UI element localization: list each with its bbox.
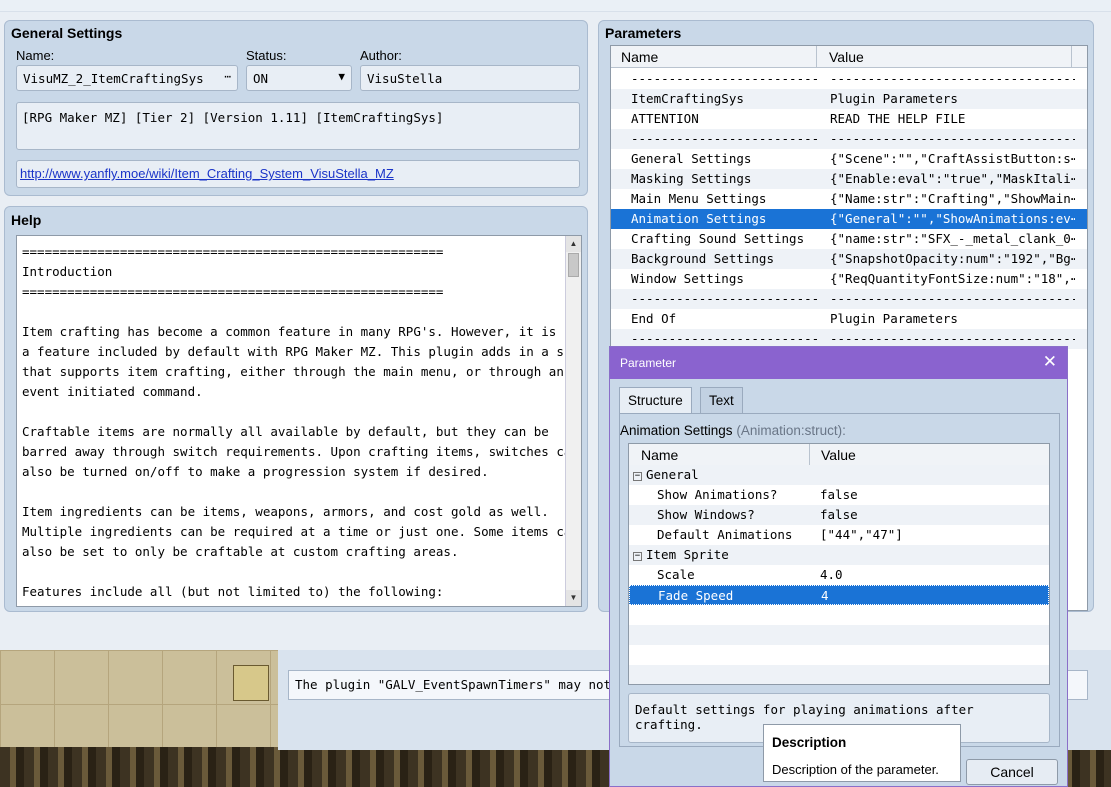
help-scrollbar[interactable]: ▲ ▼ [565, 236, 581, 606]
tree-row-selected[interactable]: Fade Speed 4 [629, 585, 1049, 605]
plugin-name-value: VisuMZ_2_ItemCraftingSys [23, 71, 204, 86]
collapse-icon[interactable]: − [633, 472, 642, 481]
tab-text[interactable]: Text [700, 387, 743, 413]
struct-tree[interactable]: Name Value − General Show Animations? fals… [628, 443, 1050, 685]
tree-empty-row [629, 665, 1049, 684]
param-row-selected[interactable]: Animation Settings {"General":"","ShowAni… [611, 209, 1087, 229]
param-row[interactable]: General Settings {"Scene":"","CraftAssist… [611, 149, 1087, 169]
param-row[interactable]: ------------------------- ---------------… [611, 69, 1087, 89]
struct-label: Animation Settings (Animation:struct): [620, 423, 846, 438]
param-row[interactable]: Main Menu Settings {"Name:str":"Crafting"… [611, 189, 1087, 209]
struct-name: Animation Settings [620, 423, 733, 438]
param-row[interactable]: Crafting Sound Settings {"name:str":"SFX_… [611, 229, 1087, 249]
param-row[interactable]: ------------------------- ---------------… [611, 129, 1087, 149]
param-row[interactable]: End Of Plugin Parameters [611, 309, 1087, 329]
help-title: Help [11, 212, 42, 228]
tree-row[interactable]: Scale 4.0 [629, 565, 1049, 585]
status-value: ON [253, 71, 269, 86]
collapse-icon[interactable]: − [633, 552, 642, 561]
column-divider [809, 444, 810, 466]
tree-group-general[interactable]: − General [629, 465, 1049, 485]
browse-icon[interactable]: ⋯ [224, 70, 231, 83]
scroll-down-icon[interactable]: ▼ [566, 590, 581, 606]
tree-empty-row [629, 625, 1049, 645]
plugin-name-combo[interactable]: VisuMZ_2_ItemCraftingSys ⋯ [16, 65, 238, 91]
dialog-titlebar: Parameter ✕ [610, 347, 1067, 379]
window-title-strip [0, 0, 1111, 12]
author-field[interactable]: VisuStella [360, 65, 580, 91]
status-select[interactable]: ON ▼ [246, 65, 352, 91]
dialog-title: Parameter [620, 356, 677, 370]
tooltip-title: Description [772, 735, 847, 750]
name-label: Name: [16, 48, 55, 63]
tree-row[interactable]: Show Animations? false [629, 485, 1049, 505]
param-row[interactable]: ------------------------- ---------------… [611, 289, 1087, 309]
param-row[interactable]: ATTENTION READ THE HELP FILE [611, 109, 1087, 129]
param-row[interactable]: Window Settings {"ReqQuantityFontSize:num… [611, 269, 1087, 289]
scroll-thumb[interactable] [568, 253, 579, 277]
column-name-header[interactable]: Name [641, 447, 678, 463]
tree-row[interactable]: Default Animations ["44","47"] [629, 525, 1049, 545]
description-tooltip: Description Description of the parameter… [763, 724, 961, 782]
parameters-title: Parameters [605, 25, 682, 41]
column-value-header[interactable]: Value [821, 447, 856, 463]
column-divider [816, 46, 817, 68]
help-text-box[interactable]: ========================================… [16, 235, 582, 607]
plugin-description[interactable]: [RPG Maker MZ] [Tier 2] [Version 1.11] [… [16, 102, 580, 150]
tree-group-item-sprite[interactable]: − Item Sprite [629, 545, 1049, 565]
parameter-dialog: Parameter ✕ Structure Text Animation Set… [609, 346, 1068, 787]
tooltip-body: Description of the parameter. [772, 762, 939, 777]
tree-row[interactable]: Show Windows? false [629, 505, 1049, 525]
author-label: Author: [360, 48, 402, 63]
tab-structure[interactable]: Structure [619, 387, 692, 413]
close-icon[interactable]: ✕ [1043, 352, 1057, 372]
help-url-field[interactable]: http://www.yanfly.moe/wiki/Item_Crafting… [16, 160, 580, 188]
general-settings-title: General Settings [11, 25, 123, 41]
help-panel: Help ===================================… [4, 206, 588, 612]
chevron-down-icon: ▼ [338, 70, 345, 83]
struct-type: (Animation:struct): [736, 423, 846, 438]
column-name-header[interactable]: Name [621, 49, 658, 65]
general-settings-panel: General Settings Name: VisuMZ_2_ItemCraf… [4, 20, 588, 196]
param-row[interactable]: Masking Settings {"Enable:eval":"true","M… [611, 169, 1087, 189]
param-row[interactable]: ItemCraftingSys Plugin Parameters [611, 89, 1087, 109]
column-value-header[interactable]: Value [829, 49, 864, 65]
character-sprite [233, 665, 269, 701]
help-text: ========================================… [22, 244, 581, 599]
parameters-header: Name Value [611, 46, 1087, 68]
help-url-link[interactable]: http://www.yanfly.moe/wiki/Item_Crafting… [20, 166, 394, 181]
scroll-up-icon[interactable]: ▲ [566, 236, 581, 252]
column-divider [1071, 46, 1072, 68]
struct-tree-header: Name Value [629, 444, 1049, 466]
param-row[interactable]: Background Settings {"SnapshotOpacity:num… [611, 249, 1087, 269]
status-label: Status: [246, 48, 287, 63]
cancel-button[interactable]: Cancel [966, 759, 1058, 785]
